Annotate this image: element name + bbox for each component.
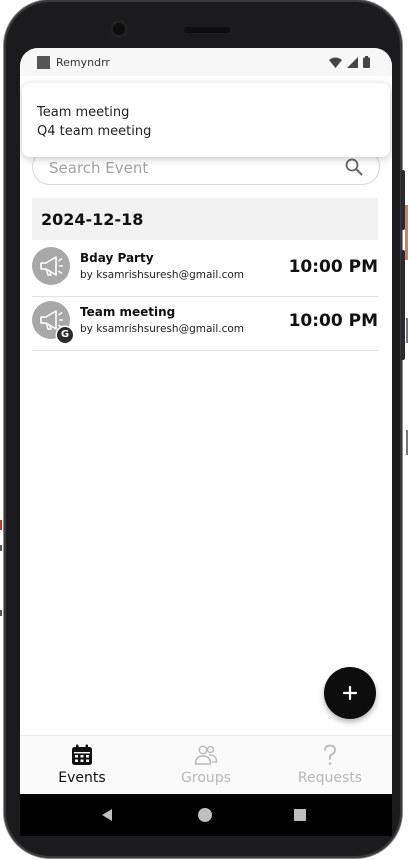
tab-groups-label: Groups (181, 770, 231, 786)
event-item[interactable]: Bday Party by ksamrishsuresh@gmail.com 1… (32, 243, 378, 297)
app-notification-icon (37, 55, 50, 69)
app-screen: Remyndrr Team meeting Q4 team meeting 20… (20, 48, 392, 794)
system-navigation-bar (20, 794, 392, 836)
notification-popup[interactable]: Team meeting Q4 team meeting (22, 83, 390, 157)
wifi-icon (329, 57, 342, 68)
tab-groups[interactable]: Groups (144, 736, 268, 794)
plus-icon (342, 685, 358, 701)
tab-requests[interactable]: Requests (268, 736, 392, 794)
event-avatar (32, 247, 70, 285)
event-author: by ksamrishsuresh@gmail.com (80, 323, 245, 335)
event-time: 10:00 PM (288, 311, 378, 331)
notification-title: Team meeting (37, 105, 130, 120)
front-camera (110, 20, 128, 38)
status-bar: Remyndrr (20, 48, 392, 76)
background-edge (0, 520, 2, 530)
recent-apps-icon[interactable] (294, 809, 306, 821)
megaphone-icon (40, 256, 63, 276)
date-group-header: 2024-12-18 (32, 198, 378, 240)
back-icon[interactable] (100, 808, 114, 822)
event-title: Bday Party (80, 251, 154, 265)
search-input[interactable] (47, 156, 341, 180)
group-badge: G (57, 327, 73, 343)
add-event-button[interactable] (324, 667, 376, 719)
tab-requests-label: Requests (297, 770, 363, 786)
status-app-name: Remyndrr (56, 55, 110, 69)
bottom-navigation: Events Groups Requests (20, 735, 392, 794)
people-icon (194, 745, 218, 765)
notification-body: Q4 team meeting (37, 124, 152, 139)
battery-icon (363, 56, 370, 68)
phone-side-button (401, 250, 405, 360)
phone-side-button (401, 170, 405, 230)
search-icon[interactable] (345, 158, 363, 176)
background-edge (0, 545, 2, 551)
event-title: Team meeting (80, 305, 176, 319)
tab-events[interactable]: Events (20, 736, 144, 794)
tab-events-label: Events (58, 770, 106, 786)
background-edge (0, 610, 2, 616)
earpiece-speaker (184, 27, 230, 33)
event-author: by ksamrishsuresh@gmail.com (80, 269, 245, 281)
event-time: 10:00 PM (288, 257, 378, 277)
home-icon[interactable] (198, 808, 212, 822)
question-mark-icon (324, 744, 336, 765)
calendar-icon (72, 744, 92, 765)
signal-icon (347, 56, 358, 68)
date-label: 2024-12-18 (41, 210, 144, 229)
event-item[interactable]: G Team meeting by ksamrishsuresh@gmail.c… (32, 297, 378, 351)
